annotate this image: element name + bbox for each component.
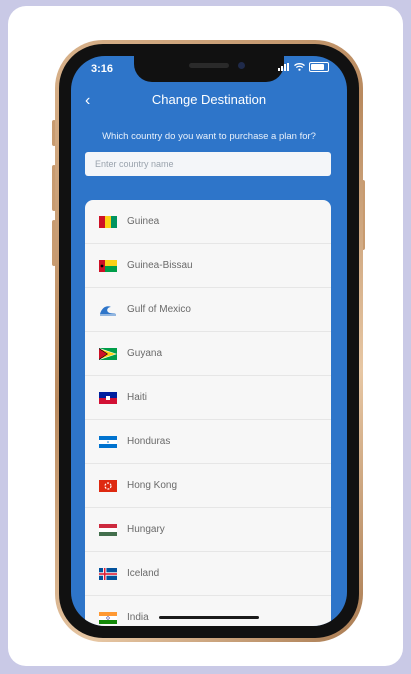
honduras-flag-icon [99,435,117,448]
country-row-guyana[interactable]: Guyana [85,332,331,376]
phone-screen: 3:16 ‹ Change Destination Which country … [71,56,347,626]
guinea-bissau-flag-icon [99,259,117,272]
country-row-guinea-bissau[interactable]: Guinea-Bissau [85,244,331,288]
country-row-hungary[interactable]: Hungary [85,508,331,552]
country-row-haiti[interactable]: Haiti [85,376,331,420]
country-name: Guyana [127,348,163,359]
country-name: Gulf of Mexico [127,304,191,315]
guyana-flag-icon [99,347,117,360]
status-icons [278,62,329,72]
country-row-iceland[interactable]: Iceland [85,552,331,596]
country-name: Guinea [127,216,160,227]
country-row-gulf-of-mexico[interactable]: Gulf of Mexico [85,288,331,332]
battery-icon [309,62,329,72]
country-name: Guinea-Bissau [127,260,193,271]
wifi-icon [294,63,305,71]
signal-icon [278,63,290,71]
country-name: Iceland [127,568,160,579]
haiti-flag-icon [99,391,117,404]
country-name: Hungary [127,524,165,535]
home-indicator[interactable] [159,616,259,619]
phone-notch [134,56,284,82]
gulf-of-mexico-wave-icon [100,305,116,315]
country-row-india[interactable]: India [85,596,331,626]
speaker-grille [189,63,229,68]
country-list: Guinea Guinea-Bissau Gulf of Mexico Guya… [85,200,331,626]
country-row-hong-kong[interactable]: Hong Kong [85,464,331,508]
country-name: India [127,612,149,623]
guinea-flag-icon [99,215,117,228]
hungary-flag-icon [99,523,117,536]
country-search-input[interactable] [85,152,331,176]
page-title: Change Destination [151,92,267,107]
iceland-flag-icon [99,567,117,580]
destination-question: Which country do you want to purchase a … [102,131,316,142]
country-row-honduras[interactable]: Honduras [85,420,331,464]
front-camera [238,62,245,69]
country-row-guinea[interactable]: Guinea [85,200,331,244]
india-flag-icon [99,611,117,624]
status-time: 3:16 [91,63,114,75]
country-name: Honduras [127,436,171,447]
hong-kong-flag-icon [99,479,117,492]
nav-bar: ‹ Change Destination [71,88,347,116]
country-name: Hong Kong [127,480,178,491]
country-name: Haiti [127,392,148,403]
